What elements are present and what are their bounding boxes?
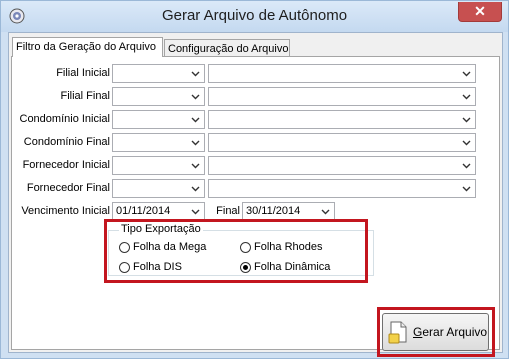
- close-icon: ✕: [474, 3, 486, 19]
- chevron-down-icon: [191, 140, 200, 146]
- chevron-down-icon: [462, 117, 471, 123]
- chevron-down-icon: [321, 209, 330, 215]
- condominio-inicial-label: Condomínio Inicial: [19, 113, 111, 125]
- client-area: Filtro da Geração do Arquivo Configuraçã…: [8, 32, 503, 353]
- tab-filtro[interactable]: Filtro da Geração do Arquivo: [12, 37, 163, 57]
- fornecedor-final-name-select[interactable]: [208, 179, 476, 198]
- fornecedor-final-code-select[interactable]: [112, 179, 205, 198]
- fornecedor-final-label: Fornecedor Final: [26, 182, 110, 194]
- vencimento-inicial-label: Vencimento Inicial: [21, 205, 110, 217]
- chevron-down-icon: [191, 163, 200, 169]
- tab-filtro-label: Filtro da Geração do Arquivo: [16, 41, 157, 53]
- chevron-down-icon: [462, 71, 471, 77]
- chevron-down-icon: [191, 186, 200, 192]
- window-title: Gerar Arquivo de Autônomo: [161, 7, 348, 24]
- condominio-inicial-name-select[interactable]: [208, 110, 476, 129]
- chevron-down-icon: [462, 94, 471, 100]
- chevron-down-icon: [462, 140, 471, 146]
- tab-configuracao[interactable]: Configuração do Arquivo: [164, 39, 290, 57]
- filial-final-label: Filial Final: [60, 90, 110, 102]
- fornecedor-inicial-code-select[interactable]: [112, 156, 205, 175]
- condominio-inicial-code-select[interactable]: [112, 110, 205, 129]
- tab-configuracao-label: Configuração do Arquivo: [168, 43, 289, 55]
- condominio-final-name-select[interactable]: [208, 133, 476, 152]
- title-bar: Gerar Arquivo de Autônomo ✕: [1, 1, 508, 32]
- highlight-tipo-exportacao: [104, 219, 368, 283]
- condominio-final-code-select[interactable]: [112, 133, 205, 152]
- filial-inicial-code-select[interactable]: [112, 64, 205, 83]
- filial-final-name-select[interactable]: [208, 87, 476, 106]
- fornecedor-inicial-name-select[interactable]: [208, 156, 476, 175]
- chevron-down-icon: [191, 117, 200, 123]
- final-label: Final: [216, 205, 240, 217]
- chevron-down-icon: [462, 186, 471, 192]
- highlight-gerar-button: [377, 307, 495, 357]
- chevron-down-icon: [191, 209, 200, 215]
- dialog-window: Gerar Arquivo de Autônomo ✕ Filtro da Ge…: [0, 0, 509, 359]
- vencimento-final-value: 30/11/2014: [246, 205, 301, 217]
- vencimento-inicial-value: 01/11/2014: [116, 205, 171, 217]
- filter-panel: Filial Inicial Filial Final Condomínio I…: [11, 56, 500, 350]
- chevron-down-icon: [462, 163, 471, 169]
- filial-inicial-name-select[interactable]: [208, 64, 476, 83]
- close-button[interactable]: ✕: [458, 2, 502, 22]
- condominio-final-label: Condomínio Final: [23, 136, 110, 148]
- chevron-down-icon: [191, 71, 200, 77]
- filial-inicial-label: Filial Inicial: [56, 67, 110, 79]
- filial-final-code-select[interactable]: [112, 87, 205, 106]
- chevron-down-icon: [191, 94, 200, 100]
- fornecedor-inicial-label: Fornecedor Inicial: [22, 159, 110, 171]
